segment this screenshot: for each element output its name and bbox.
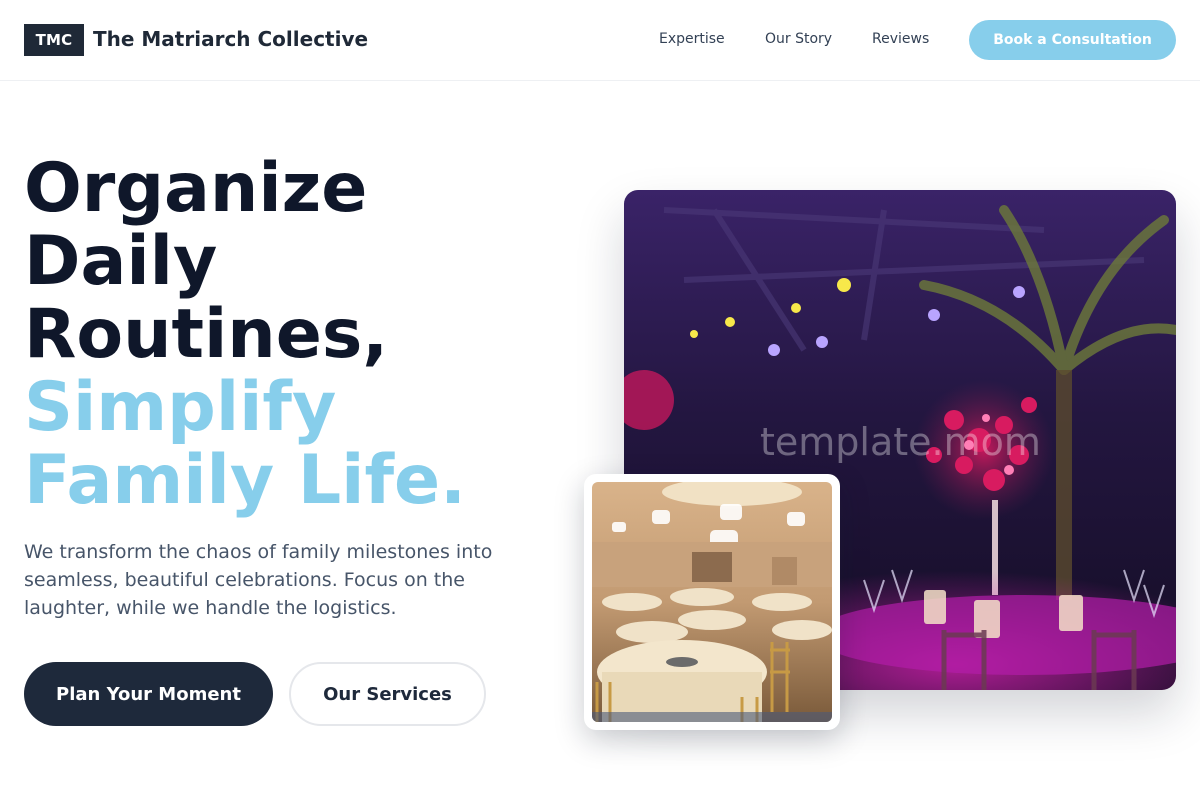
nav-link-our-story[interactable]: Our Story — [765, 31, 832, 47]
book-consultation-button[interactable]: Book a Consultation — [969, 20, 1176, 60]
site-header: TMC The Matriarch Collective Expertise O… — [0, 0, 1200, 81]
nav-link-expertise[interactable]: Expertise — [659, 31, 725, 47]
headline-line: Daily — [24, 222, 218, 301]
watermark-text: template.mom — [760, 420, 1041, 464]
headline-accent-line: Simplify — [24, 368, 337, 447]
hero-inset-image — [584, 474, 840, 730]
our-services-button[interactable]: Our Services — [289, 662, 486, 726]
plan-your-moment-button[interactable]: Plan Your Moment — [24, 662, 273, 726]
nav-link-reviews[interactable]: Reviews — [872, 31, 929, 47]
logo-badge[interactable]: TMC — [24, 24, 84, 56]
brand-name[interactable]: The Matriarch Collective — [93, 27, 368, 51]
banquet-hall-illustration — [592, 482, 832, 722]
hero-subtext: We transform the chaos of family milesto… — [24, 541, 493, 619]
hero-headline: Organize Daily Routines, Simplify Family… — [24, 152, 466, 517]
headline-line: Organize — [24, 149, 368, 228]
headline-line: Routines, — [24, 295, 389, 374]
headline-accent-line: Family Life. — [24, 441, 466, 520]
